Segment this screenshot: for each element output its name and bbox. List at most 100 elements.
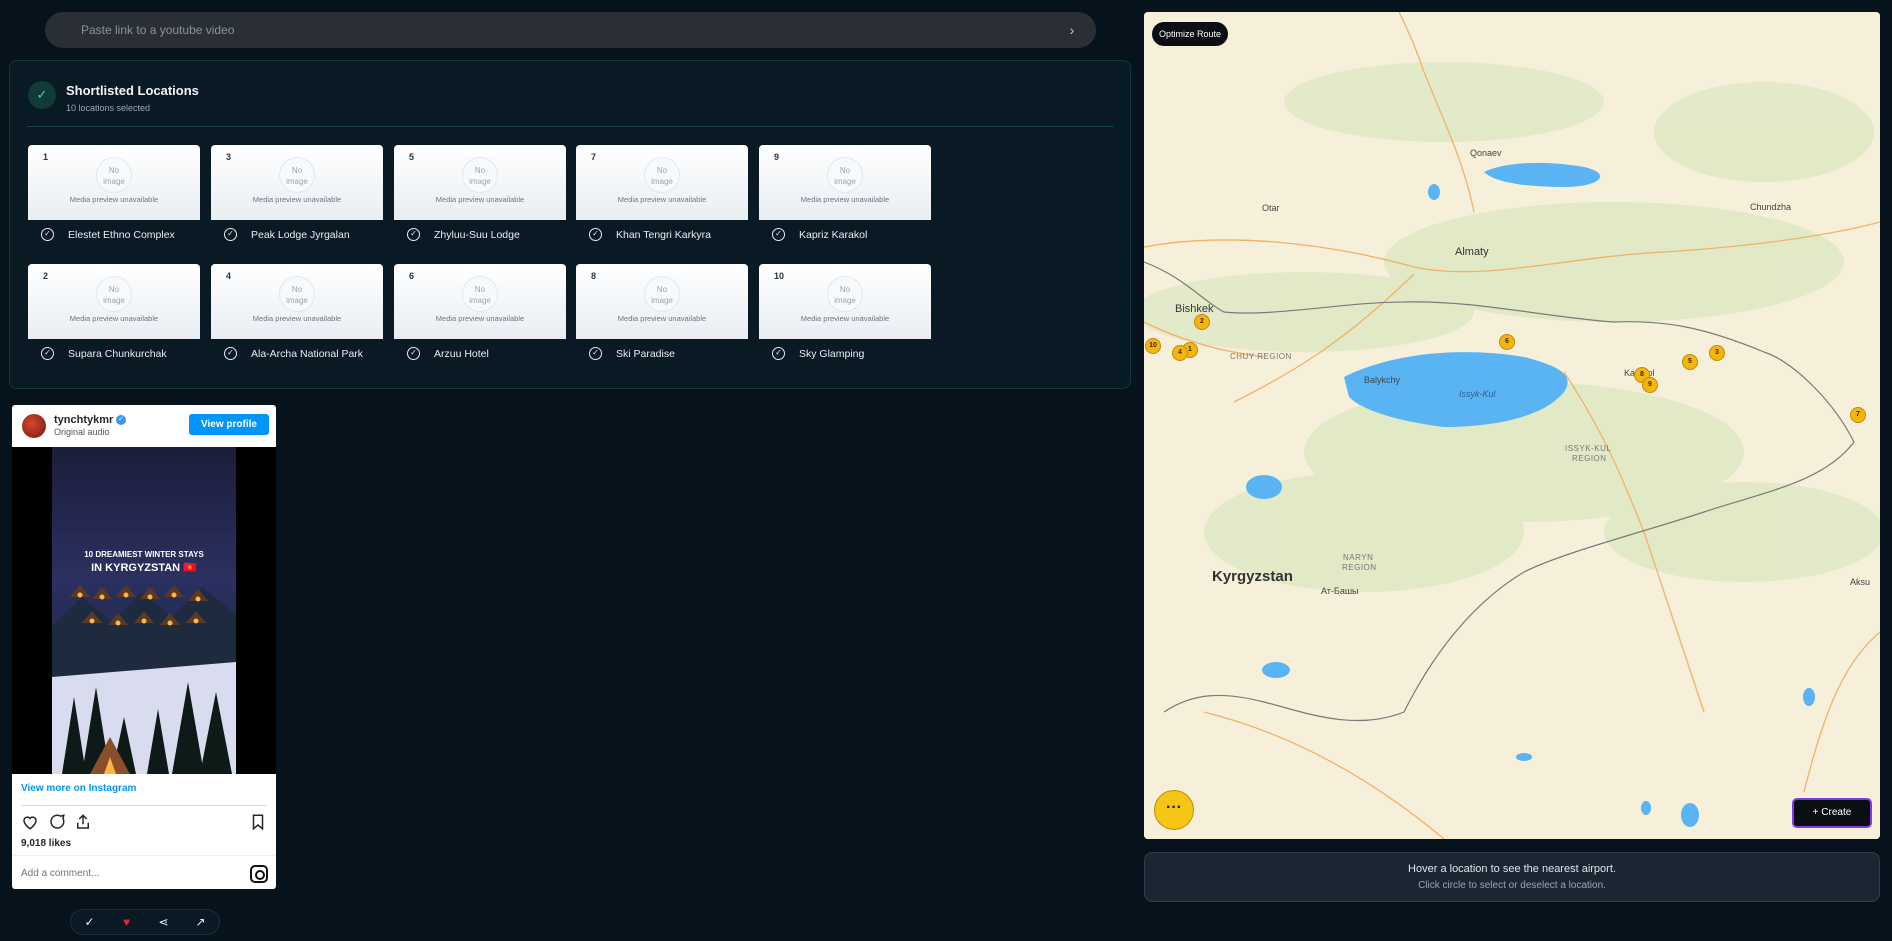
post-action-bar: ✓ ♥ ⋖ ↗ bbox=[70, 909, 220, 935]
map-label-balykchy: Balykchy bbox=[1364, 375, 1401, 385]
select-circle-icon[interactable]: ✓ bbox=[589, 228, 602, 241]
location-number: 3 bbox=[226, 152, 232, 162]
location-number: 10 bbox=[774, 271, 785, 281]
select-circle-icon[interactable]: ✓ bbox=[589, 347, 602, 360]
more-options-button[interactable]: ··· bbox=[1154, 790, 1194, 830]
map-label-otar: Otar bbox=[1262, 203, 1280, 213]
location-card[interactable]: 7 No image Media preview unavailable ✓ Kh… bbox=[576, 145, 748, 257]
map-label-bishkek: Bishkek bbox=[1175, 303, 1214, 315]
select-circle-icon[interactable]: ✓ bbox=[224, 228, 237, 241]
shortlisted-locations-panel: ✓ Shortlisted Locations 10 locations sel… bbox=[9, 60, 1131, 389]
instagram-username[interactable]: tynchtykmr bbox=[54, 414, 113, 426]
location-marker[interactable]: 10 bbox=[1145, 338, 1161, 354]
no-image-placeholder: No image bbox=[462, 157, 498, 193]
comment-input[interactable]: Add a comment... bbox=[21, 868, 99, 879]
view-more-link[interactable]: View more on Instagram bbox=[21, 783, 136, 794]
share-icon[interactable] bbox=[74, 813, 92, 831]
location-name: Zhyluu-Suu Lodge bbox=[434, 228, 520, 241]
media-unavailable-text: Media preview unavailable bbox=[617, 314, 707, 323]
avatar[interactable] bbox=[22, 414, 46, 438]
location-card[interactable]: 10 No image Media preview unavailable ✓ S… bbox=[759, 264, 931, 376]
no-image-placeholder: No image bbox=[96, 157, 132, 193]
no-image-placeholder: No image bbox=[827, 157, 863, 193]
comment-icon[interactable] bbox=[48, 813, 66, 831]
no-image-placeholder: No image bbox=[462, 276, 498, 312]
bookmark-icon[interactable] bbox=[249, 813, 267, 831]
no-image-placeholder: No image bbox=[644, 276, 680, 312]
share-icon[interactable]: ⋖ bbox=[154, 915, 174, 929]
location-marker[interactable]: 4 bbox=[1172, 345, 1188, 361]
video-media[interactable]: 10 DREAMIEST WINTER STAYS IN KYRGYZSTAN … bbox=[12, 447, 276, 774]
divider bbox=[21, 805, 267, 806]
location-card[interactable]: 3 No image Media preview unavailable ✓ Pe… bbox=[211, 145, 383, 257]
location-name: Ski Paradise bbox=[616, 347, 675, 360]
chevron-right-icon[interactable]: › bbox=[1064, 22, 1080, 38]
select-circle-icon[interactable]: ✓ bbox=[41, 347, 54, 360]
select-circle-icon[interactable]: ✓ bbox=[407, 347, 420, 360]
select-circle-icon[interactable]: ✓ bbox=[772, 228, 785, 241]
map-label-issyk-kul-region: ISSYK-KUL bbox=[1565, 444, 1612, 453]
instagram-header: tynchtykmr ✓ Original audio View profile bbox=[12, 405, 276, 447]
check-circle-icon[interactable]: ✓ bbox=[80, 915, 100, 929]
divider bbox=[27, 126, 1114, 127]
location-marker[interactable]: 5 bbox=[1682, 354, 1698, 370]
location-card[interactable]: 4 No image Media preview unavailable ✓ Al… bbox=[211, 264, 383, 376]
external-link-icon[interactable]: ↗ bbox=[191, 915, 211, 929]
location-marker[interactable]: 3 bbox=[1709, 345, 1725, 361]
location-number: 6 bbox=[409, 271, 415, 281]
map-label-issyk-kul-lake: Issyk-Kul bbox=[1459, 389, 1496, 399]
location-name: Arzuu Hotel bbox=[434, 347, 489, 360]
map-label-kyrgyzstan: Kyrgyzstan bbox=[1212, 568, 1293, 585]
location-name: Supara Chunkurchak bbox=[68, 347, 167, 360]
location-marker[interactable]: 2 bbox=[1194, 314, 1210, 330]
map-label-naryn-region-2: REGION bbox=[1342, 563, 1377, 572]
location-number: 1 bbox=[43, 152, 49, 162]
location-marker[interactable]: 9 bbox=[1642, 377, 1658, 393]
location-number: 5 bbox=[409, 152, 415, 162]
optimize-route-button[interactable]: Optimize Route bbox=[1152, 22, 1229, 46]
heart-icon[interactable]: ♥ bbox=[117, 915, 137, 929]
location-name: Sky Glamping bbox=[799, 347, 865, 360]
location-card[interactable]: 6 No image Media preview unavailable ✓ Ar… bbox=[394, 264, 566, 376]
media-unavailable-text: Media preview unavailable bbox=[252, 195, 342, 204]
map-label-issyk-kul-region-2: REGION bbox=[1572, 454, 1607, 463]
heart-icon[interactable] bbox=[21, 813, 39, 831]
location-marker[interactable]: 7 bbox=[1850, 407, 1866, 423]
video-caption-line1: 10 DREAMIEST WINTER STAYS bbox=[84, 550, 204, 559]
location-card[interactable]: 9 No image Media preview unavailable ✓ Ka… bbox=[759, 145, 931, 257]
location-marker[interactable]: 6 bbox=[1499, 334, 1515, 350]
location-number: 4 bbox=[226, 271, 232, 281]
youtube-link-input[interactable] bbox=[81, 23, 1064, 37]
select-circle-icon[interactable]: ✓ bbox=[224, 347, 237, 360]
instagram-logo-icon[interactable] bbox=[250, 865, 268, 883]
map-label-aksu: Aksu bbox=[1850, 577, 1871, 587]
verified-badge-icon: ✓ bbox=[116, 415, 126, 425]
video-caption-line2: IN KYRGYZSTAN 🇰🇬 bbox=[91, 562, 197, 574]
media-unavailable-text: Media preview unavailable bbox=[800, 195, 890, 204]
no-image-placeholder: No image bbox=[279, 157, 315, 193]
airport-hint-panel: Hover a location to see the nearest airp… bbox=[1144, 852, 1880, 902]
select-circle-icon[interactable]: ✓ bbox=[407, 228, 420, 241]
audio-label: Original audio bbox=[54, 427, 110, 437]
create-button[interactable]: + Create bbox=[1792, 798, 1872, 828]
location-number: 9 bbox=[774, 152, 780, 162]
map-label-chuy-region: CHUY REGION bbox=[1230, 352, 1292, 361]
hint-line-2: Click circle to select or deselect a loc… bbox=[1418, 880, 1606, 891]
media-unavailable-text: Media preview unavailable bbox=[435, 314, 525, 323]
select-circle-icon[interactable]: ✓ bbox=[772, 347, 785, 360]
view-profile-button[interactable]: View profile bbox=[189, 414, 269, 435]
location-card[interactable]: 2 No image Media preview unavailable ✓ Su… bbox=[28, 264, 200, 376]
location-card[interactable]: 5 No image Media preview unavailable ✓ Zh… bbox=[394, 145, 566, 257]
map-view[interactable]: Qonaev Otar Chundzha Almaty Bishkek CHUY… bbox=[1144, 12, 1880, 839]
youtube-link-bar: › bbox=[45, 12, 1096, 48]
location-number: 8 bbox=[591, 271, 597, 281]
location-card[interactable]: 8 No image Media preview unavailable ✓ Sk… bbox=[576, 264, 748, 376]
no-image-placeholder: No image bbox=[644, 157, 680, 193]
map-label-almaty: Almaty bbox=[1455, 246, 1489, 258]
select-circle-icon[interactable]: ✓ bbox=[41, 228, 54, 241]
location-number: 7 bbox=[591, 152, 597, 162]
location-card[interactable]: 1 No image Media preview unavailable ✓ El… bbox=[28, 145, 200, 257]
map-background bbox=[1144, 12, 1880, 839]
no-image-placeholder: No image bbox=[96, 276, 132, 312]
divider bbox=[12, 855, 276, 856]
